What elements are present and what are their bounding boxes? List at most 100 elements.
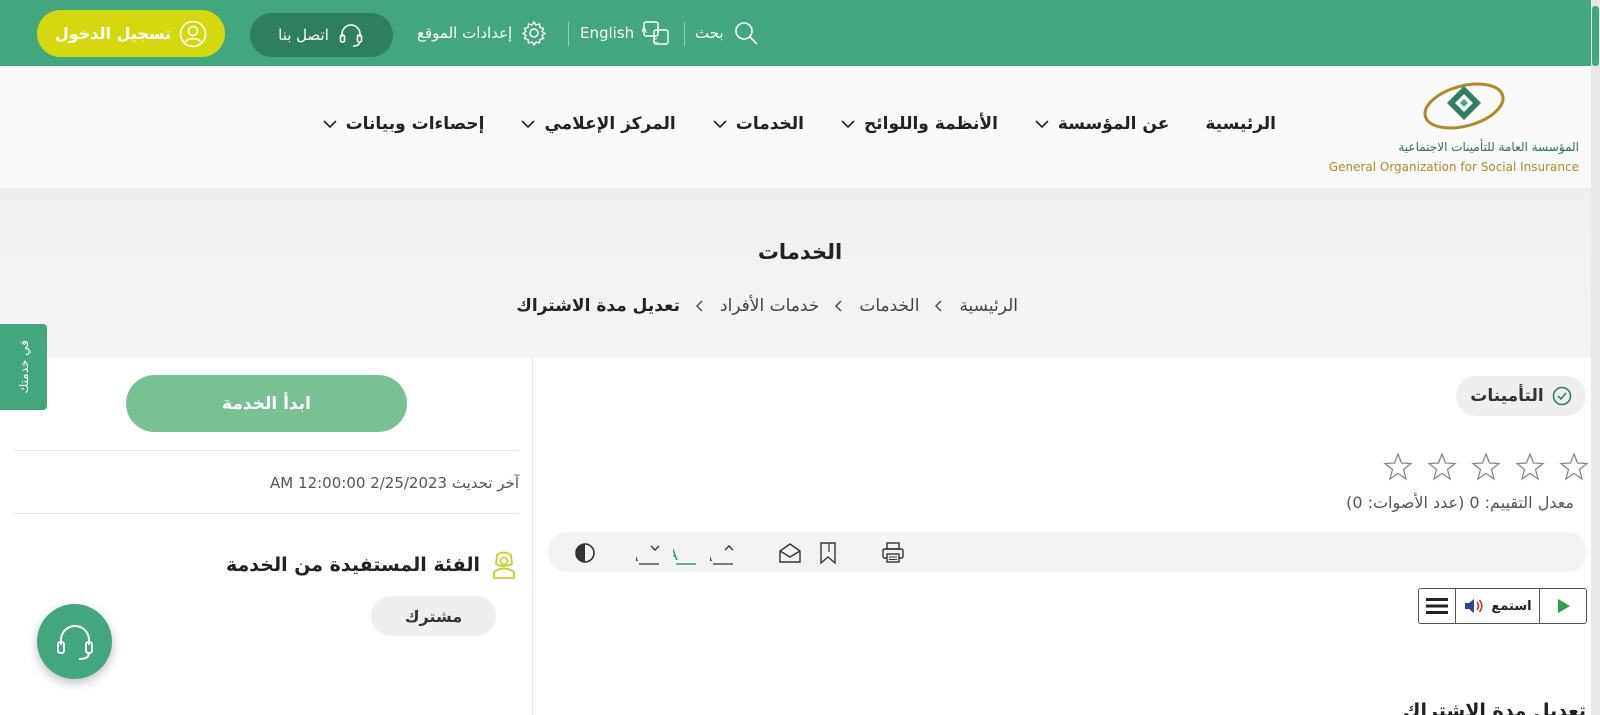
chevron-down-icon	[841, 120, 855, 129]
login-button[interactable]: تسجيل الدخول	[37, 10, 225, 57]
nav-item-about[interactable]: عن المؤسسة	[1034, 114, 1169, 134]
top-divider	[684, 22, 685, 46]
login-label: تسجيل الدخول	[54, 24, 172, 43]
chevron-left-icon	[935, 300, 942, 312]
nav-item-home[interactable]: الرئيسية	[1205, 114, 1276, 134]
language-label: English	[580, 24, 635, 42]
print-icon[interactable]	[880, 540, 906, 566]
chevron-down-icon	[521, 120, 536, 129]
gosi-emblem-icon	[1423, 82, 1505, 130]
main-header: المؤسسة العامة للتأمينات الاجتماعية Gene…	[0, 66, 1591, 188]
scrollbar[interactable]	[1591, 0, 1600, 715]
check-circle-icon	[1552, 386, 1572, 406]
star-icon[interactable]	[1558, 451, 1590, 483]
menu-icon	[1426, 598, 1448, 614]
site-settings-label: إعدادات الموقع	[417, 24, 513, 42]
column-divider	[532, 358, 533, 715]
play-button[interactable]	[1540, 589, 1586, 623]
font-color-icon[interactable]: A	[673, 540, 699, 566]
font-increase-icon[interactable]: A	[710, 540, 736, 566]
start-service-label: ابدأ الخدمة	[222, 393, 311, 414]
star-icon[interactable]	[1426, 451, 1458, 483]
user-icon	[179, 20, 207, 47]
listen-label: استمع	[1491, 598, 1532, 614]
divider	[14, 513, 519, 514]
breadcrumb-individual-services[interactable]: خدمات الأفراد	[720, 296, 819, 316]
scrollbar-thumb[interactable]	[1592, 6, 1599, 66]
bookmark-icon[interactable]	[815, 540, 841, 566]
breadcrumb: الرئيسية الخدمات خدمات الأفراد تعديل مدة…	[516, 296, 1018, 316]
svg-text:A: A	[642, 26, 648, 36]
email-icon[interactable]	[777, 540, 803, 566]
font-decrease-icon[interactable]: A	[636, 540, 662, 566]
beneficiary-heading: الفئة المستفيدة من الخدمة	[226, 550, 518, 580]
last-updated: آخر تحديث 2/25/2023 12:00:00 AM	[270, 474, 519, 492]
nav-item-services[interactable]: الخدمات	[712, 114, 804, 134]
main-nav: الرئيسية عن المؤسسة الأنظمة واللوائح الخ…	[322, 114, 1276, 134]
nav-item-label: عن المؤسسة	[1057, 114, 1170, 134]
service-content-title: تعديل مدة الاشتراك	[1403, 700, 1586, 715]
gear-icon	[521, 20, 547, 47]
logo-arabic-name: المؤسسة العامة للتأمينات الاجتماعية	[1398, 140, 1579, 154]
svg-text:A: A	[673, 544, 679, 565]
search-icon	[734, 22, 758, 45]
chevron-down-icon	[1035, 120, 1049, 129]
chevron-left-icon	[696, 300, 703, 312]
gosi-logo[interactable]: المؤسسة العامة للتأمينات الاجتماعية Gene…	[1329, 78, 1579, 178]
category-label: التأمينات	[1470, 386, 1544, 406]
top-bar: تسجيل الدخول اتصل بنا إعدادات الموقع Aع …	[0, 0, 1600, 66]
nav-item-label: الأنظمة واللوائح	[864, 114, 998, 134]
search-link[interactable]: بحث	[695, 18, 760, 48]
rating-summary: معدل التقييم: 0 (عدد الأصوات: 0)	[1346, 493, 1574, 512]
nav-item-media-center[interactable]: المركز الإعلامي	[520, 114, 676, 134]
beneficiary-chip: مشترك	[371, 596, 496, 636]
page-title-band	[0, 188, 1591, 358]
beneficiary-chip-label: مشترك	[404, 606, 463, 626]
nav-item-statistics[interactable]: إحصاءات وبيانات	[322, 114, 485, 134]
star-icon[interactable]	[1514, 451, 1546, 483]
audio-menu-button[interactable]	[1419, 589, 1456, 623]
nav-item-label: الخدمات	[735, 114, 805, 134]
page-title: الخدمات	[757, 240, 843, 264]
svg-text:A: A	[636, 546, 638, 566]
support-chat-button[interactable]	[37, 604, 112, 679]
audio-player: استمع	[1418, 588, 1587, 624]
chevron-left-icon	[835, 300, 842, 312]
rating-stars	[1382, 451, 1590, 483]
language-link[interactable]: Aع English	[580, 18, 670, 48]
start-service-button[interactable]: ابدأ الخدمة	[126, 375, 407, 432]
svg-text:ع: ع	[653, 34, 659, 44]
speaker-icon	[1465, 599, 1483, 613]
divider	[14, 450, 519, 451]
chevron-down-icon	[323, 120, 337, 129]
logo-english-name: General Organization for Social Insuranc…	[1328, 160, 1579, 174]
nav-item-label: الرئيسية	[1205, 114, 1276, 134]
site-settings-link[interactable]: إعدادات الموقع	[417, 18, 548, 48]
listen-button[interactable]: استمع	[1456, 589, 1540, 623]
contact-button[interactable]: اتصل بنا	[250, 13, 393, 57]
star-icon[interactable]	[1382, 451, 1414, 483]
breadcrumb-services[interactable]: الخدمات	[859, 296, 919, 316]
contact-label: اتصل بنا	[278, 26, 329, 44]
nav-item-label: إحصاءات وبيانات	[345, 114, 485, 134]
search-label: بحث	[695, 24, 724, 42]
headset-icon	[56, 624, 93, 660]
chevron-down-icon	[713, 120, 727, 129]
nav-item-label: المركز الإعلامي	[544, 114, 676, 134]
side-help-label: في خدمتك	[16, 340, 31, 394]
beneficiary-title: الفئة المستفيدة من الخدمة	[225, 554, 480, 576]
category-tag: التأمينات	[1456, 376, 1586, 416]
svg-text:A: A	[710, 546, 712, 566]
contrast-icon[interactable]	[572, 540, 598, 566]
side-help-tab[interactable]: في خدمتك	[0, 324, 47, 410]
breadcrumb-current: تعديل مدة الاشتراك	[516, 296, 680, 316]
headset-icon	[339, 24, 363, 47]
top-divider	[568, 22, 569, 46]
breadcrumb-home[interactable]: الرئيسية	[959, 296, 1018, 316]
beneficiary-icon	[493, 551, 515, 579]
translate-icon: Aع	[642, 21, 669, 45]
star-icon[interactable]	[1470, 451, 1502, 483]
accessibility-toolbar: A A A	[548, 532, 1587, 572]
nav-item-regulations[interactable]: الأنظمة واللوائح	[840, 114, 998, 134]
play-icon	[1558, 599, 1570, 613]
